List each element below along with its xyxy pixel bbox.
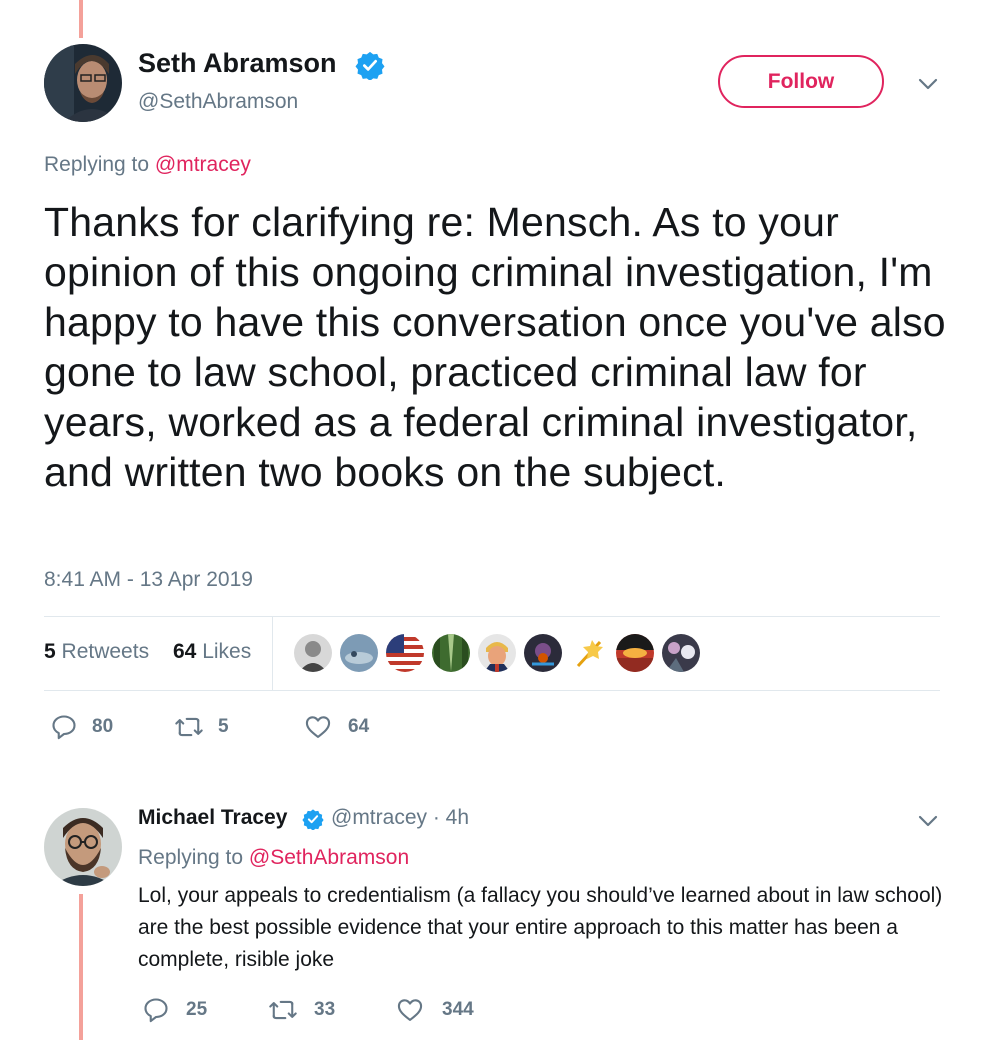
like-count: 64 <box>348 716 370 737</box>
retweets-label: Retweets <box>61 640 150 663</box>
liker-avatar-1[interactable] <box>294 634 332 672</box>
thread-line-bottom <box>79 894 83 1040</box>
retweets-stat[interactable]: 5 Retweets <box>44 640 149 664</box>
liker-avatar-9[interactable] <box>662 634 700 672</box>
reply-icon <box>144 998 168 1023</box>
liker-avatar-8[interactable] <box>616 634 654 672</box>
liker-avatar-7[interactable] <box>570 634 608 672</box>
reply-retweet-count: 33 <box>314 999 336 1020</box>
cutoff-icons <box>140 0 540 8</box>
retweet-action[interactable]: 5 <box>174 713 229 741</box>
reply-author-name[interactable]: Michael Tracey <box>138 806 287 830</box>
tweet-timestamp[interactable]: 8:41 AM - 13 Apr 2019 <box>44 568 253 592</box>
retweets-count: 5 <box>44 640 56 663</box>
retweet-count: 5 <box>218 716 229 737</box>
heart-icon <box>397 999 423 1021</box>
reply-count: 80 <box>92 716 114 737</box>
michael-tracey-avatar[interactable] <box>44 808 122 886</box>
thread-line-top <box>79 0 83 38</box>
replying-to-handle-link[interactable]: @mtracey <box>155 153 251 176</box>
reply-replying-to: Replying to @SethAbramson <box>138 846 409 870</box>
reply-like-count: 344 <box>442 999 474 1020</box>
reply-reply-count: 25 <box>186 999 208 1020</box>
reply-like-action[interactable]: 344 <box>396 996 474 1024</box>
reply-chevron-down-icon[interactable] <box>916 813 940 829</box>
like-action[interactable]: 64 <box>304 713 369 741</box>
reply-verified-badge-icon <box>302 809 324 830</box>
reply-tweet-text: Lol, your appeals to credentialism (a fa… <box>138 884 943 971</box>
retweet-icon <box>175 717 203 737</box>
seth-abramson-avatar[interactable] <box>44 44 122 122</box>
reply-action[interactable]: 80 <box>50 713 113 741</box>
author-name[interactable]: Seth Abramson <box>138 48 337 79</box>
author-handle[interactable]: @SethAbramson <box>138 90 298 114</box>
divider-bottom <box>44 690 940 691</box>
chevron-down-icon[interactable] <box>916 76 940 92</box>
liker-avatar-5[interactable] <box>478 634 516 672</box>
replying-to-prefix: Replying to <box>44 153 150 176</box>
heart-icon <box>305 716 331 738</box>
divider-top <box>44 616 940 617</box>
likes-stat[interactable]: 64 Likes <box>173 640 251 664</box>
likes-label: Likes <box>202 640 252 663</box>
follow-button[interactable]: Follow <box>718 55 884 108</box>
tweet-text: Thanks for clarifying re: Mensch. As to … <box>44 199 946 495</box>
liker-avatar-3[interactable] <box>386 634 424 672</box>
reply-reply-action[interactable]: 25 <box>142 996 207 1024</box>
replying-to: Replying to @mtracey <box>44 153 251 177</box>
retweet-icon <box>269 1000 297 1020</box>
stats-divider <box>272 617 273 690</box>
reply-replying-to-prefix: Replying to <box>138 846 244 869</box>
reply-author-handle-time[interactable]: @mtracey · 4h <box>331 806 469 830</box>
liker-avatar-6[interactable] <box>524 634 562 672</box>
liker-avatar-4[interactable] <box>432 634 470 672</box>
liker-avatar-2[interactable] <box>340 634 378 672</box>
verified-badge-icon <box>355 51 385 80</box>
cutoff-action-row: 9 14 142 <box>140 0 540 8</box>
reply-retweet-action[interactable]: 33 <box>268 996 335 1024</box>
reply-icon <box>52 715 76 740</box>
reply-replying-to-handle-link[interactable]: @SethAbramson <box>249 846 409 869</box>
likes-count: 64 <box>173 640 197 663</box>
